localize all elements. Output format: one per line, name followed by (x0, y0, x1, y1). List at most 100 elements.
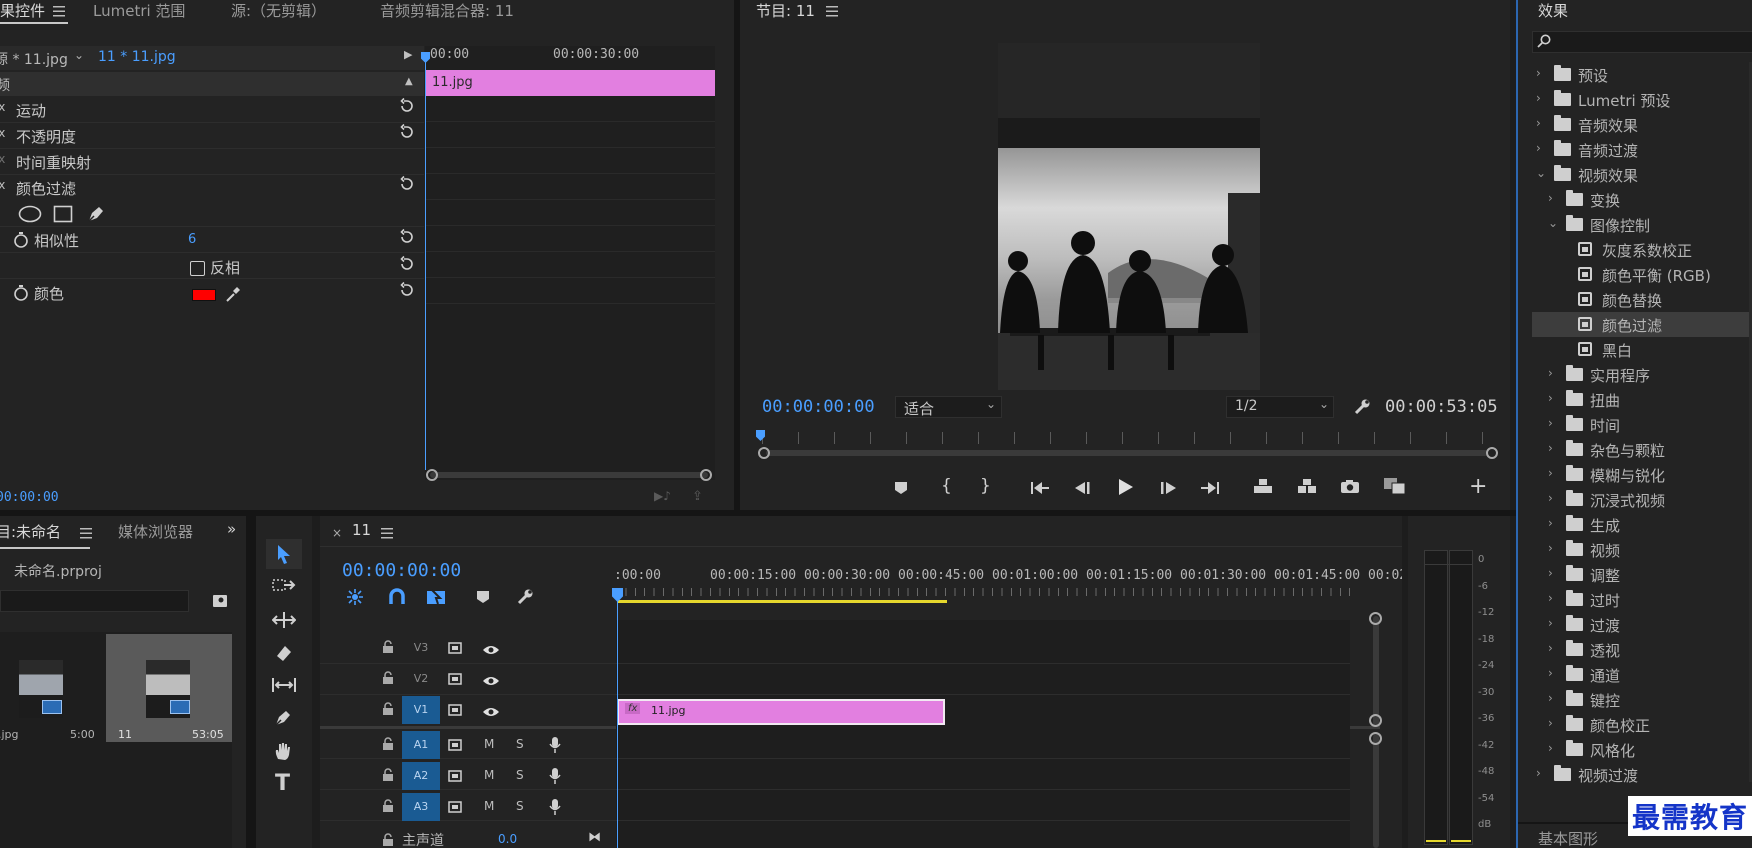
reset-icon[interactable] (398, 228, 416, 250)
track-name[interactable]: A2 (402, 762, 440, 790)
export-icon[interactable]: ⇪ (692, 489, 703, 504)
track-name[interactable]: V1 (402, 696, 440, 724)
effects-tree-item[interactable]: › 音频过渡 (1532, 137, 1752, 162)
effects-tree-item[interactable]: › 音频效果 (1532, 112, 1752, 137)
program-zoom-bar[interactable] (766, 450, 1488, 456)
chevron-right-icon[interactable]: › (1548, 191, 1553, 205)
effects-tree-item[interactable]: 颜色过滤 (1532, 312, 1752, 337)
close-tab-icon[interactable]: × (332, 526, 342, 540)
chevron-right-icon[interactable]: › (1548, 566, 1553, 580)
project-item[interactable]: .jpg 5:00 (0, 634, 104, 742)
effects-tree-item[interactable]: › Lumetri 预设 (1532, 87, 1752, 112)
effects-tree-item[interactable]: › 扭曲 (1532, 387, 1752, 412)
v1-clip[interactable]: fx 11.jpg (617, 699, 945, 725)
wrench-icon[interactable] (1353, 398, 1371, 420)
track-lock-icon[interactable] (382, 671, 394, 689)
chevron-right-icon[interactable]: › (1548, 591, 1553, 605)
tab-audio-clip-mixer[interactable]: 音频剪辑混合器: 11 (380, 0, 514, 21)
ec-timecode[interactable]: 00:00:00 (0, 490, 59, 505)
stopwatch-icon[interactable] (13, 284, 29, 306)
tab-lumetri-scopes[interactable]: Lumetri 范围 (93, 0, 185, 21)
microphone-icon[interactable] (549, 736, 561, 758)
chevron-right-icon[interactable]: › (1536, 116, 1541, 130)
chevron-right-icon[interactable]: › (1548, 716, 1553, 730)
video-frame[interactable] (998, 43, 1260, 390)
track-lock-icon[interactable] (382, 799, 394, 817)
go-to-in-icon[interactable] (1030, 480, 1050, 499)
collapse-icon[interactable]: ▲ (405, 76, 413, 87)
effects-tree-item[interactable]: › 变换 (1532, 187, 1752, 212)
chevron-right-icon[interactable]: › (1548, 466, 1553, 480)
scroll-handle[interactable] (1369, 732, 1382, 745)
chevron-right-icon[interactable]: › (1548, 691, 1553, 705)
chevron-right-icon[interactable]: › (1548, 541, 1553, 555)
scroll-handle[interactable] (1369, 714, 1382, 727)
mark-out-icon[interactable]: } (980, 476, 991, 496)
compare-icon[interactable] (1383, 477, 1407, 499)
chevron-right-icon[interactable]: › (1548, 416, 1553, 430)
effects-tree-item[interactable]: › 时间 (1532, 412, 1752, 437)
track-name[interactable]: V3 (402, 634, 440, 662)
clip-fx-badge[interactable]: fx (625, 703, 641, 714)
chevron-right-icon[interactable]: › (1548, 391, 1553, 405)
ellipse-mask-icon[interactable] (18, 205, 42, 227)
slip-tool-icon[interactable] (271, 676, 297, 698)
effects-tree-item[interactable]: › 调整 (1532, 562, 1752, 587)
effects-tree-item[interactable]: › 透视 (1532, 637, 1752, 662)
microphone-icon[interactable] (549, 798, 561, 820)
sync-lock-icon[interactable] (448, 703, 464, 721)
chevron-right-icon[interactable]: › (1536, 91, 1541, 105)
program-title[interactable]: 节目: 11 (756, 0, 815, 21)
new-bin-icon[interactable] (212, 594, 228, 612)
reset-icon[interactable] (398, 97, 416, 119)
add-marker-icon[interactable] (894, 480, 908, 499)
tab-effect-controls[interactable]: 果控件 (0, 0, 45, 21)
tab-menu-icon[interactable] (80, 525, 92, 543)
chevron-down-icon[interactable]: ⌄ (1536, 166, 1546, 180)
type-tool-icon[interactable]: T (275, 771, 290, 796)
chevron-right-icon[interactable]: › (1548, 641, 1553, 655)
sync-lock-icon[interactable] (448, 738, 464, 756)
effects-tree-item[interactable]: › 预设 (1532, 62, 1752, 87)
ripple-edit-tool-icon[interactable] (271, 610, 297, 634)
effect-time-remap-label[interactable]: 时间重映射 (16, 152, 91, 173)
sync-lock-icon[interactable] (448, 800, 464, 818)
razor-tool-icon[interactable] (274, 643, 294, 667)
effects-tree-item[interactable]: 颜色平衡 (RGB) (1532, 262, 1752, 287)
effects-tree-item[interactable]: › 颜色校正 (1532, 712, 1752, 737)
play-arrow-icon[interactable]: ▶ (404, 48, 412, 61)
reset-icon[interactable] (398, 281, 416, 303)
track-name[interactable]: V2 (402, 665, 440, 693)
extract-icon[interactable] (1296, 478, 1318, 498)
stopwatch-icon[interactable] (13, 231, 29, 253)
effects-tree-item[interactable]: › 过时 (1532, 587, 1752, 612)
tab-source[interactable]: 源:（无剪辑） (231, 0, 326, 21)
project-item[interactable]: 11 53:05 (106, 634, 232, 742)
project-search-input[interactable] (0, 590, 189, 612)
source-clip-label[interactable]: 源 * 11.jpg (0, 49, 68, 69)
effects-tree-item[interactable]: › 通道 (1532, 662, 1752, 687)
panel-divider[interactable] (246, 516, 256, 848)
camera-icon[interactable] (1340, 479, 1360, 498)
effects-tree-item[interactable]: › 视频过渡 (1532, 762, 1752, 787)
chevron-down-icon[interactable]: ⌄ (1548, 216, 1558, 230)
effects-tree-item[interactable]: 黑白 (1532, 337, 1752, 362)
eye-icon[interactable] (482, 642, 500, 660)
tab-menu-icon[interactable] (826, 3, 838, 21)
effects-search-input[interactable] (1555, 33, 1745, 51)
timeline-timecode[interactable]: 00:00:00:00 (342, 560, 461, 581)
tab-project[interactable]: 目:未命名 (0, 521, 61, 542)
effects-tree-item[interactable]: › 键控 (1532, 687, 1752, 712)
mute-button[interactable]: M (484, 768, 494, 782)
mark-in-icon[interactable]: { (941, 476, 952, 496)
effects-tree-item[interactable]: › 过渡 (1532, 612, 1752, 637)
reset-icon[interactable] (398, 123, 416, 145)
chevron-right-icon[interactable]: › (1548, 741, 1553, 755)
ec-zoom-scrollbar[interactable] (430, 472, 708, 478)
scroll-handle[interactable] (700, 469, 712, 481)
work-area-bar[interactable] (617, 600, 947, 603)
microphone-icon[interactable] (549, 767, 561, 789)
track-lock-icon[interactable] (382, 702, 394, 720)
tab-menu-icon[interactable] (381, 525, 393, 543)
track-lock-icon[interactable] (382, 768, 394, 786)
